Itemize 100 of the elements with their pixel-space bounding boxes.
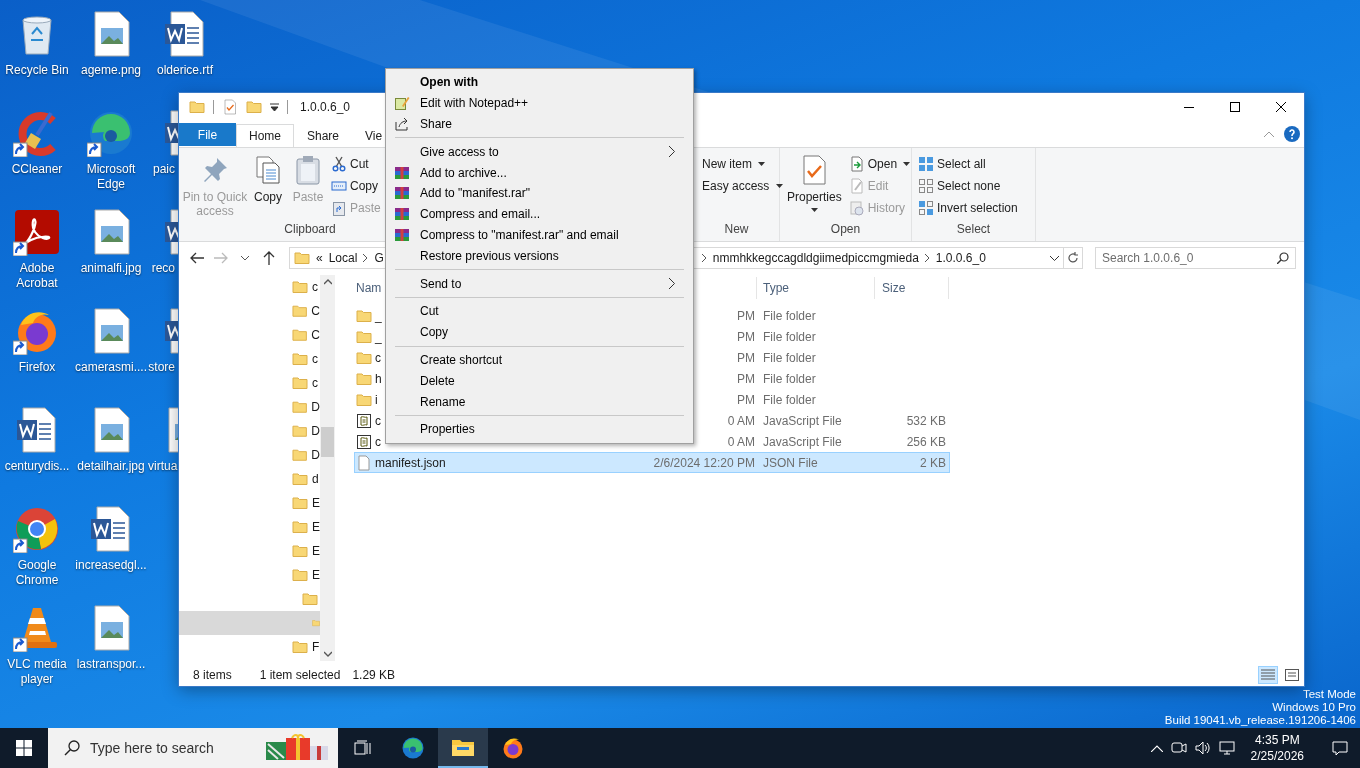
- menu-item[interactable]: Cut: [386, 300, 693, 322]
- desktop-icon-label[interactable]: Microsoft Edge: [74, 162, 148, 192]
- menu-item[interactable]: Compress and email...: [386, 203, 693, 225]
- edit-icon: [848, 177, 865, 194]
- menu-item[interactable]: Compress to "manifest.rar" and email: [386, 224, 693, 246]
- nav-item[interactable]: D: [179, 395, 320, 419]
- camera-icon[interactable]: [1170, 740, 1187, 756]
- ribbon-button[interactable]: Easy access: [700, 176, 785, 195]
- menu-item[interactable]: Delete: [386, 370, 693, 392]
- ribbon-button[interactable]: Cut: [329, 154, 383, 173]
- menu-item[interactable]: Create shortcut: [386, 349, 693, 371]
- desktop-icon-label[interactable]: store: [148, 360, 175, 375]
- file-date: 2/6/2024 12:20 PM: [653, 455, 755, 470]
- script-file-icon: [356, 412, 372, 429]
- nav-item[interactable]: c: [179, 347, 320, 371]
- browser-icon[interactable]: [13, 505, 61, 553]
- breadcrumb[interactable]: nmmhkkegccagdldgiimedpiccmgmieda: [712, 251, 919, 265]
- clock-date[interactable]: 2/25/2026: [1250, 748, 1304, 764]
- breadcrumb[interactable]: Local: [328, 251, 358, 265]
- ribbon-button[interactable]: Copy: [329, 176, 383, 195]
- folder-icon: [292, 543, 308, 559]
- column-header[interactable]: Size: [874, 277, 949, 299]
- search-field[interactable]: Search 1.0.0.6_0: [1095, 247, 1296, 269]
- menu-item[interactable]: Copy: [386, 321, 693, 343]
- menu-item[interactable]: Add to "manifest.rar": [386, 183, 693, 204]
- folder-icon: [292, 351, 308, 367]
- ribbon-button[interactable]: Properties: [784, 152, 845, 221]
- desktop-icon-label[interactable]: increasedgl...: [75, 558, 147, 573]
- nav-item[interactable]: C: [179, 323, 320, 347]
- wave-icon[interactable]: [87, 109, 135, 157]
- nav-item[interactable]: C: [179, 299, 320, 323]
- nav-item[interactable]: c: [179, 371, 320, 395]
- pdf-icon[interactable]: [13, 208, 61, 256]
- breadcrumb[interactable]: «: [316, 251, 323, 265]
- desktop-icon-label[interactable]: lastranspor...: [76, 657, 146, 672]
- nav-item[interactable]: E: [179, 563, 320, 587]
- desktop-icon-label[interactable]: Google Chrome: [0, 558, 74, 588]
- breadcrumb[interactable]: G: [374, 251, 384, 265]
- ribbon-button[interactable]: Invert selection: [916, 198, 1020, 217]
- desktop-icon-label[interactable]: animalfi.jpg: [80, 261, 142, 276]
- chevron-up-icon[interactable]: [1150, 744, 1163, 752]
- ribbon-button[interactable]: New item: [700, 154, 785, 173]
- details-view-icon: [1261, 669, 1275, 681]
- menu-item[interactable]: Add to archive...: [386, 162, 693, 183]
- nav-item[interactable]: F: [179, 635, 320, 659]
- menu-item[interactable]: Open with: [386, 72, 693, 93]
- collapse-ribbon-icon[interactable]: [1264, 131, 1274, 137]
- menu-item[interactable]: Rename: [386, 391, 693, 412]
- desktop-icon-label[interactable]: paic: [153, 162, 175, 177]
- scrollbar[interactable]: [320, 275, 335, 661]
- help-icon[interactable]: [1284, 126, 1300, 142]
- scrollbar-thumb[interactable]: [321, 427, 334, 457]
- breadcrumb[interactable]: 1.0.0.6_0: [935, 251, 986, 265]
- desktop-icon-label[interactable]: ageme.png: [80, 63, 141, 78]
- desktop-icon-label[interactable]: Firefox: [18, 360, 56, 375]
- menu-item[interactable]: Edit with Notepad++: [386, 92, 693, 114]
- ribbon-tab[interactable]: Home: [236, 124, 294, 147]
- ribbon-button[interactable]: Open: [846, 154, 913, 173]
- desktop-icon-label[interactable]: VLC media player: [0, 657, 74, 687]
- file-date: 0 AM: [727, 434, 755, 449]
- file-date: PM: [737, 350, 755, 365]
- nav-item[interactable]: c: [179, 275, 320, 299]
- file-name: _: [375, 308, 382, 323]
- desktop-icon-label[interactable]: Recycle Bin: [5, 63, 69, 78]
- taskbar-app-button[interactable]: [438, 728, 488, 768]
- nav-item[interactable]: D: [179, 419, 320, 443]
- chevron-down-icon[interactable]: [1050, 255, 1059, 261]
- network-icon[interactable]: [1218, 740, 1235, 756]
- nav-item[interactable]: E: [179, 515, 320, 539]
- desktop-icon-label[interactable]: camerasmi....: [75, 360, 147, 375]
- nav-item[interactable]: D: [179, 443, 320, 467]
- ribbon-button[interactable]: Copy: [249, 152, 287, 221]
- ribbon-button[interactable]: Select all: [916, 154, 1020, 173]
- desktop-icon-label[interactable]: olderice.rtf: [157, 63, 213, 78]
- column-header[interactable]: Nam: [354, 277, 384, 299]
- share-icon: [394, 116, 410, 132]
- menu-item[interactable]: Properties: [386, 418, 693, 440]
- nav-item[interactable]: E: [179, 491, 320, 515]
- file-type: JavaScript File: [763, 434, 842, 449]
- desktop-icon-label[interactable]: Adobe Acrobat: [0, 261, 74, 291]
- menu-item[interactable]: Send to: [386, 273, 693, 294]
- nav-item[interactable]: E: [179, 539, 320, 563]
- ribbon-button[interactable]: Select none: [916, 176, 1020, 195]
- ribbon-tab[interactable]: File: [179, 123, 236, 146]
- taskbar-search-field[interactable]: Type here to search: [48, 728, 338, 768]
- file-row[interactable]: manifest.json 2/6/2024 12:20 PM JSON File 2 KB: [354, 452, 950, 473]
- desktop-icon-label[interactable]: CCleaner: [11, 162, 63, 177]
- clock-time[interactable]: 4:35 PM: [1254, 732, 1300, 748]
- large-icons-view-button[interactable]: [1282, 666, 1302, 684]
- refresh-icon[interactable]: [1067, 252, 1079, 264]
- column-header[interactable]: Type: [756, 277, 874, 299]
- selection-size: 1.29 KB: [352, 668, 396, 682]
- volume-icon[interactable]: [1194, 740, 1211, 756]
- desktop-icon-label[interactable]: detailhair.jpg: [77, 459, 145, 474]
- menu-item[interactable]: Restore previous versions: [386, 245, 693, 267]
- customize-toolbar-icon[interactable]: [270, 103, 279, 111]
- nav-item[interactable]: d: [179, 467, 320, 491]
- desktop-icon-label[interactable]: reco: [151, 261, 175, 276]
- desktop-icon-label[interactable]: centurydis...: [4, 459, 70, 474]
- desktop-icon-label[interactable]: virtua: [148, 459, 178, 474]
